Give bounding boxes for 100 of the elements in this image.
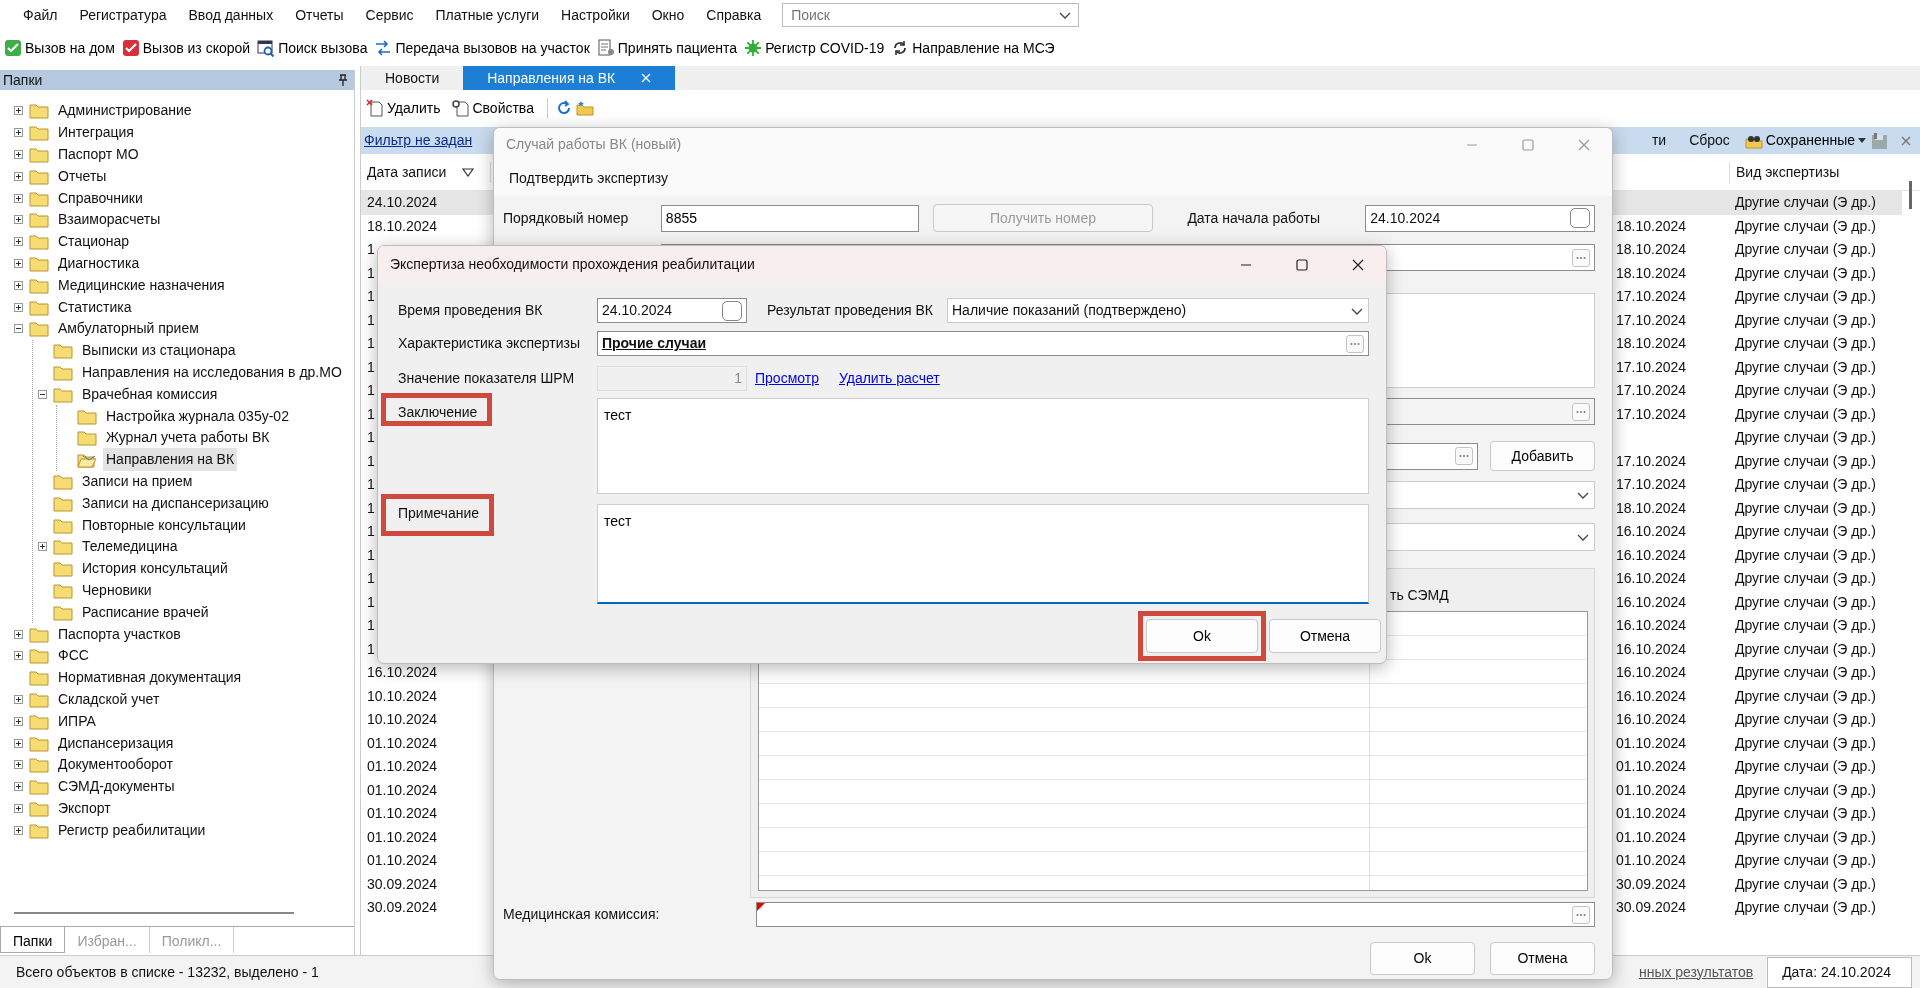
dialog-button[interactable]: Отмена (1490, 942, 1595, 975)
tree-item[interactable]: Диспансеризация (55, 731, 177, 755)
toolbar-button[interactable]: Удалить (364, 97, 446, 119)
browse-button[interactable] (1572, 905, 1590, 924)
date-field[interactable]: 24.10.2024 (1365, 204, 1595, 232)
tree-item[interactable]: ИПРА (55, 709, 99, 733)
expand-icon[interactable] (14, 128, 23, 138)
tree-item[interactable]: Направления на ВК (103, 448, 238, 472)
date-field[interactable]: 24.10.2024 (597, 298, 747, 323)
menu-item[interactable]: Отчеты (284, 4, 355, 26)
toolbar-button[interactable]: Вызов на дом (2, 37, 120, 59)
pin-icon[interactable] (338, 74, 348, 86)
text-area[interactable]: тест (597, 504, 1369, 604)
tree-item[interactable]: Телемедицина (79, 535, 181, 559)
tree-item[interactable]: Направления на исследования в др.МО (79, 360, 345, 384)
dialog-button[interactable]: Отмена (1269, 619, 1381, 653)
menu-item[interactable]: Настройки (550, 4, 641, 26)
expand-icon[interactable] (14, 782, 23, 792)
tree-item[interactable]: Настройка журнала 035у-02 (103, 404, 292, 428)
tree-item[interactable]: Экспорт (55, 796, 114, 820)
menu-item[interactable]: Ввод данных (177, 4, 285, 26)
dropdown[interactable]: Наличие показаний (подтверждено) (947, 298, 1369, 323)
collapse-icon[interactable] (14, 324, 23, 334)
tree-item[interactable]: Регистр реабилитации (55, 818, 209, 842)
panel-tab[interactable]: Папки (0, 927, 66, 953)
expand-icon[interactable] (14, 280, 23, 290)
toolbar-button[interactable]: Направление на МСЭ (889, 37, 1060, 59)
text-area[interactable]: тест (597, 398, 1369, 494)
tree-item[interactable]: Черновики (79, 578, 155, 602)
find-button[interactable]: ти (1649, 130, 1672, 151)
expand-icon[interactable] (14, 760, 23, 770)
tree-item[interactable]: Нормативная документация (55, 666, 245, 690)
expand-icon[interactable] (14, 171, 23, 181)
toolbar-button[interactable]: Регистр COVID-19 (742, 37, 890, 59)
tree-item[interactable]: Паспорта участков (55, 622, 184, 646)
collapse-icon[interactable] (38, 389, 47, 399)
tree-item[interactable]: Администрирование (55, 99, 195, 123)
tree-item[interactable]: Записи на диспансеризацию (79, 491, 272, 515)
tree-item[interactable]: ФСС (55, 644, 92, 668)
tree-item[interactable]: Справочники (55, 186, 146, 210)
tree-item[interactable]: Выписки из стационара (79, 339, 239, 363)
tree-item[interactable]: Статистика (55, 295, 135, 319)
reset-button[interactable]: Сброс (1687, 130, 1735, 151)
tree-item[interactable]: Интеграция (55, 121, 137, 145)
toolbar-button[interactable]: Передача вызовов на участок (372, 37, 595, 59)
expand-icon[interactable] (14, 803, 23, 813)
tree-item[interactable]: Документооборот (55, 753, 176, 777)
date-picker-button[interactable] (1570, 208, 1590, 228)
refresh-icon[interactable] (555, 100, 572, 116)
folder-star-icon[interactable] (575, 100, 594, 116)
tree-item[interactable]: Медицинские назначения (55, 273, 228, 297)
tree-item[interactable]: Повторные консультации (79, 513, 249, 537)
tree-item[interactable]: Амбулаторный прием (55, 317, 202, 341)
menu-item[interactable]: Подтвердить экспертизу (498, 168, 679, 189)
tree-item[interactable]: Паспорт МО (55, 143, 142, 166)
browse-button[interactable] (1455, 447, 1473, 465)
link[interactable]: Просмотр (755, 368, 819, 389)
expand-icon[interactable] (38, 542, 47, 552)
date-picker-button[interactable] (722, 300, 742, 321)
tree-item[interactable]: Расписание врачей (79, 600, 212, 624)
scrollbar-thumb[interactable] (1909, 181, 1912, 209)
tree-item[interactable]: Отчеты (55, 164, 110, 188)
filter-link[interactable]: Фильтр не задан (364, 130, 473, 151)
tree-item[interactable]: Врачебная комиссия (79, 382, 221, 406)
browse-button[interactable] (1572, 402, 1590, 421)
tree-item[interactable]: Записи на прием (79, 469, 196, 493)
column-header[interactable]: Вид экспертизы (1736, 163, 1840, 180)
expand-icon[interactable] (14, 651, 23, 661)
saved-filters-button[interactable]: Сохраненные (1742, 130, 1871, 151)
menu-item[interactable]: Окно (640, 4, 696, 26)
expand-icon[interactable] (14, 258, 23, 268)
status-link[interactable]: нных результатов (1638, 961, 1754, 983)
toolbar-button[interactable]: Поиск вызова (255, 37, 373, 59)
toolbar-button[interactable]: Вызов из скорой (119, 37, 256, 59)
browse-button[interactable] (1572, 248, 1590, 267)
tree-item[interactable]: Стационар (55, 230, 133, 254)
tree-item[interactable]: Взаиморасчеты (55, 208, 164, 232)
menu-item[interactable]: Справка (695, 4, 773, 26)
dialog-button[interactable]: Ok (1370, 942, 1475, 975)
tab[interactable]: Направления на ВК (463, 66, 676, 90)
close-icon[interactable] (1352, 258, 1364, 271)
menu-item[interactable]: Платные услуги (424, 4, 551, 26)
link[interactable]: Удалить расчет (838, 368, 940, 389)
expand-icon[interactable] (14, 237, 23, 247)
expand-icon[interactable] (14, 716, 23, 726)
menu-item[interactable]: Регистратура (68, 4, 178, 26)
expand-icon[interactable] (14, 215, 23, 225)
column-header[interactable]: Дата записи (367, 161, 447, 183)
expand-icon[interactable] (14, 738, 23, 748)
toolbar-button[interactable]: Свойства (449, 97, 539, 119)
tree-item[interactable]: История консультаций (79, 557, 231, 581)
expand-icon[interactable] (14, 302, 23, 312)
input-field[interactable]: 8855 (660, 204, 919, 232)
expand-icon[interactable] (14, 193, 23, 203)
dialog-button[interactable]: Ok (1146, 619, 1258, 653)
menu-item[interactable]: Файл (12, 4, 69, 26)
tab[interactable]: Новости (361, 66, 464, 90)
expand-icon[interactable] (14, 629, 23, 639)
tree-item[interactable]: Складской учет (55, 687, 163, 711)
sort-icon[interactable] (462, 167, 475, 177)
